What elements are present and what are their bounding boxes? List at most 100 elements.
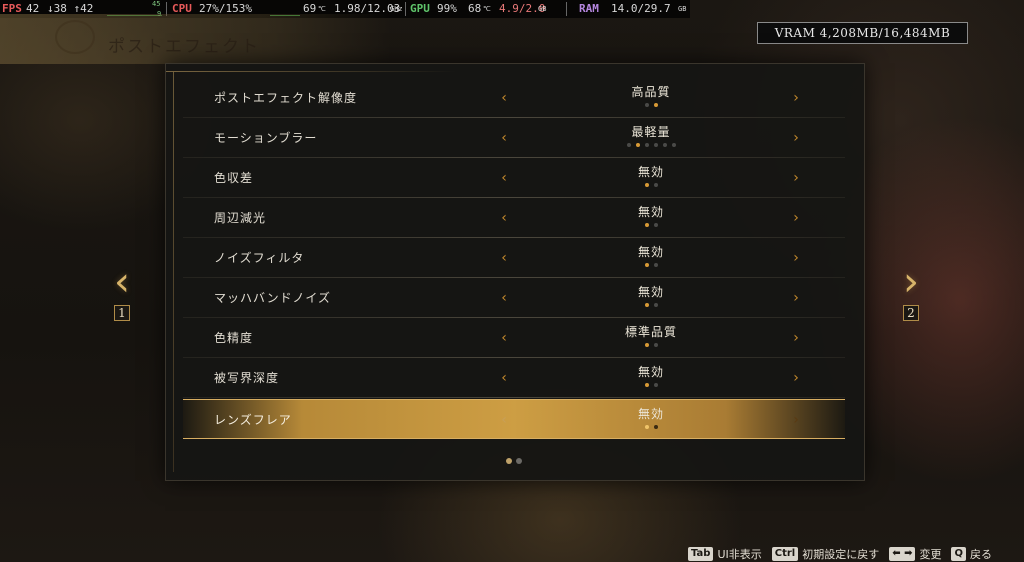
vram-indicator: VRAM 4,208MB/16,484MB <box>757 22 968 44</box>
row-divider <box>183 397 845 398</box>
key-hint-label: 初期設定に戻す <box>802 547 880 561</box>
arrow-left-icon[interactable]: ‹ <box>498 211 510 225</box>
gpu-temp-unit: ℃ <box>483 5 491 13</box>
option-dot <box>653 425 658 429</box>
setting-row[interactable]: ポストエフェクト解像度 ‹ 高品質 › <box>183 78 845 118</box>
setting-value: 無効 <box>637 285 664 299</box>
arrow-right-icon[interactable]: › <box>790 211 802 225</box>
setting-value: 無効 <box>637 205 664 219</box>
option-dot <box>671 143 676 147</box>
panel-border-accent <box>166 71 456 72</box>
option-dot <box>644 425 649 429</box>
key-hint-label: 変更 <box>919 547 942 561</box>
setting-label: 色収差 <box>214 171 254 185</box>
arrow-right-icon[interactable]: › <box>790 291 802 305</box>
setting-row[interactable]: モーションブラー ‹ 最軽量 › <box>183 118 845 158</box>
option-dots <box>563 183 739 187</box>
option-dot <box>653 263 658 267</box>
option-dot <box>644 263 649 267</box>
setting-label: モーションブラー <box>214 131 318 145</box>
arrow-left-icon[interactable]: ‹ <box>498 291 510 305</box>
arrow-left-icon[interactable]: ‹ <box>498 91 510 105</box>
next-page-number: 2 <box>903 305 919 321</box>
arrow-left-icon[interactable]: ‹ <box>498 251 510 265</box>
setting-label: 周辺減光 <box>214 211 267 225</box>
cpu-clock-unit: GHz <box>390 5 403 13</box>
panel-border-accent <box>173 72 174 472</box>
option-dot <box>653 103 658 107</box>
option-dot <box>653 343 658 347</box>
setting-row[interactable]: レンズフレア ‹ 無効 › <box>183 399 845 439</box>
option-dots <box>563 143 739 147</box>
option-dot <box>644 183 649 187</box>
separator <box>566 2 567 16</box>
arrow-left-icon[interactable]: ‹ <box>498 413 510 427</box>
option-dot <box>644 343 649 347</box>
setting-label: ポストエフェクト解像度 <box>214 91 358 105</box>
ram-label: RAM <box>579 2 599 15</box>
setting-value: 高品質 <box>631 85 671 99</box>
option-dot <box>653 143 658 147</box>
key-cap[interactable]: Q <box>951 546 966 561</box>
arrow-right-icon[interactable]: › <box>790 371 802 385</box>
arrow-right-icon[interactable]: › <box>790 251 802 265</box>
gpu-value: 99% <box>437 2 457 15</box>
key-cap[interactable]: Tab <box>688 546 714 561</box>
title-banner: ポストエフェクト <box>0 14 390 64</box>
setting-row[interactable]: 被写界深度 ‹ 無効 › <box>183 358 845 398</box>
key-hint-label: UI非表示 <box>717 547 762 561</box>
arrow-right-icon[interactable]: › <box>790 91 802 105</box>
arrow-left-icon[interactable]: ‹ <box>498 371 510 385</box>
chevron-left-icon: ‹ <box>114 259 130 305</box>
setting-label: 被写界深度 <box>214 371 280 385</box>
page-dot <box>516 458 522 464</box>
option-dot <box>653 183 658 187</box>
prev-page-button[interactable]: ‹ 1 <box>107 262 137 321</box>
page-title: ポストエフェクト <box>108 37 260 57</box>
setting-value: 無効 <box>637 165 664 179</box>
arrow-right-icon[interactable]: › <box>790 171 802 185</box>
arrow-left-icon[interactable]: ‹ <box>498 131 510 145</box>
page-indicator <box>506 458 522 464</box>
setting-row[interactable]: 周辺減光 ‹ 無効 › <box>183 198 845 238</box>
arrow-left-icon[interactable]: ‹ <box>498 331 510 345</box>
option-dots <box>563 103 739 107</box>
chevron-right-icon: › <box>903 259 919 305</box>
setting-label: マッハバンドノイズ <box>214 291 332 305</box>
option-dot <box>653 303 658 307</box>
option-dot <box>662 143 667 147</box>
option-dot <box>635 143 640 147</box>
option-dots <box>563 223 739 227</box>
setting-label: ノイズフィルタ <box>214 251 305 265</box>
setting-row[interactable]: マッハバンドノイズ ‹ 無効 › <box>183 278 845 318</box>
arrow-right-icon[interactable]: › <box>790 131 802 145</box>
setting-label: 色精度 <box>214 331 254 345</box>
option-dots <box>563 303 739 307</box>
option-dots <box>563 263 739 267</box>
setting-value: 無効 <box>637 407 664 421</box>
option-dot <box>644 383 649 387</box>
setting-row[interactable]: 色収差 ‹ 無効 › <box>183 158 845 198</box>
option-dot <box>644 143 649 147</box>
ram-value: 14.0/29.7 <box>611 2 671 15</box>
setting-value: 標準品質 <box>624 325 677 339</box>
key-cap[interactable]: ⬅ ➡ <box>889 546 916 561</box>
setting-row[interactable]: 色精度 ‹ 標準品質 › <box>183 318 845 358</box>
option-dot <box>644 103 649 107</box>
arrow-right-icon[interactable]: › <box>790 331 802 345</box>
gpu-label: GPU <box>410 2 430 15</box>
arrow-left-icon[interactable]: ‹ <box>498 171 510 185</box>
next-page-button[interactable]: › 2 <box>896 262 926 321</box>
crest-icon <box>55 20 95 54</box>
option-dot <box>653 383 658 387</box>
option-dots <box>563 383 739 387</box>
arrow-right-icon[interactable]: › <box>790 413 802 427</box>
setting-row[interactable]: ノイズフィルタ ‹ 無効 › <box>183 238 845 278</box>
option-dots <box>563 343 739 347</box>
option-dots <box>563 425 739 429</box>
setting-label: レンズフレア <box>214 413 292 427</box>
separator <box>405 2 406 16</box>
key-hints: Tab UI非表示 Ctrl 初期設定に戻す ⬅ ➡ 変更 Q 戻る <box>688 545 998 562</box>
key-hint-label: 戻る <box>970 547 992 561</box>
key-cap[interactable]: Ctrl <box>771 546 799 561</box>
